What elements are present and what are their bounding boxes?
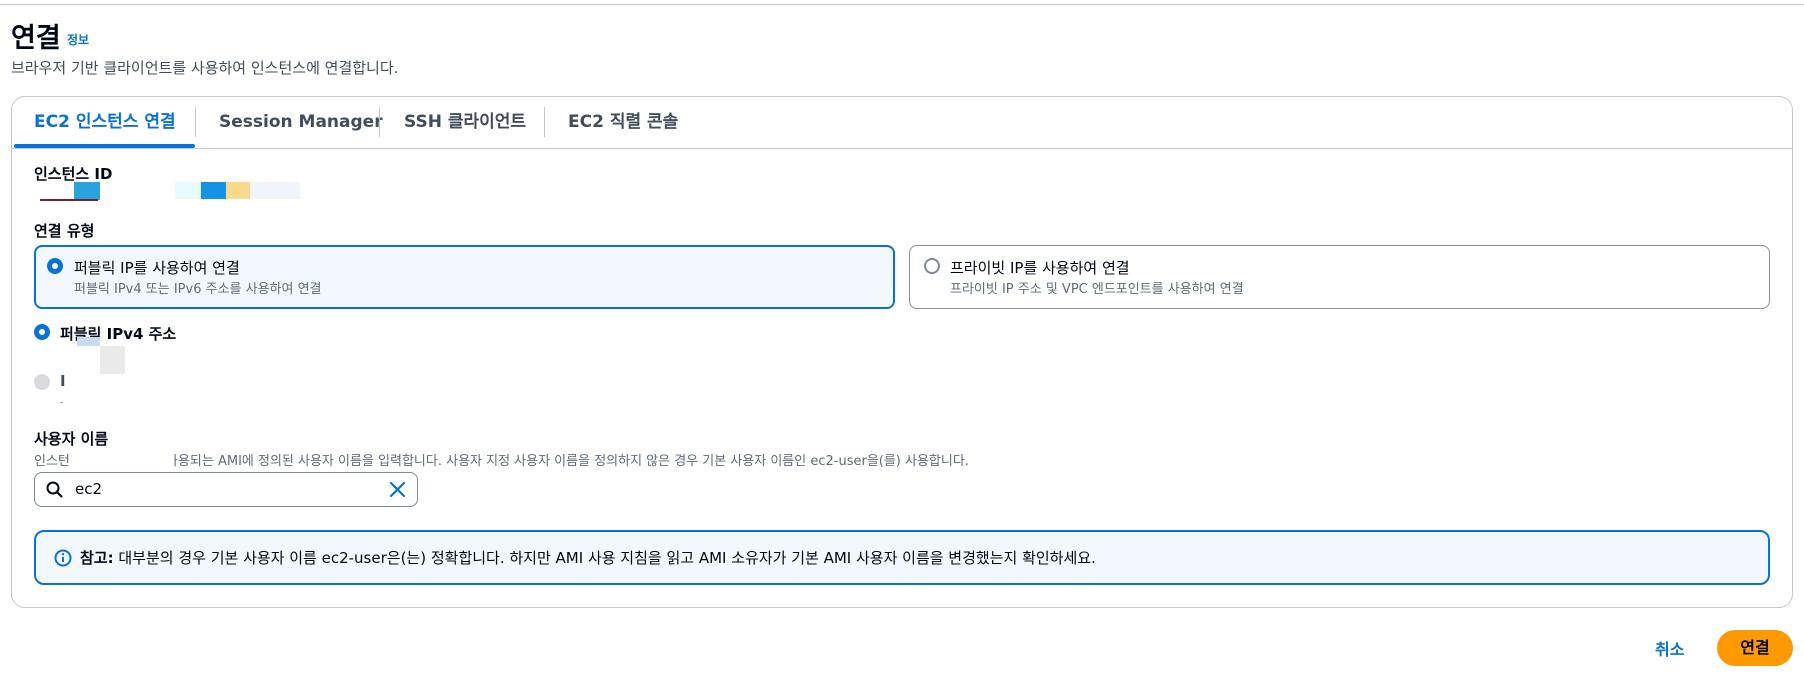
disabled-address-label: I — [60, 372, 66, 390]
connect-public-ip-tile[interactable]: 퍼블릭 IP를 사용하여 연결 퍼블릭 IPv4 또는 IPv6 주소를 사용하… — [34, 245, 895, 309]
page-title: 연결 — [11, 23, 61, 54]
cancel-button[interactable]: 취소 — [1655, 636, 1684, 660]
connect-private-ip-tile[interactable]: 프라이빗 IP를 사용하여 연결 프라이빗 IP 주소 및 VPC 엔드포인트를… — [909, 245, 1770, 309]
private-ip-tile-title: 프라이빗 IP를 사용하여 연결 — [950, 259, 1130, 277]
info-icon — [54, 549, 72, 571]
tab-divider — [544, 107, 545, 137]
radio-public-ip[interactable] — [47, 258, 63, 274]
radio-public-ipv4[interactable] — [34, 324, 50, 340]
tab-ec2-serial-console[interactable]: EC2 직렬 콘솔 — [568, 97, 678, 148]
tab-ssh-client[interactable]: SSH 클라이언트 — [404, 97, 526, 148]
info-link[interactable]: 정보 — [67, 31, 89, 48]
public-ip-tile-subtitle: 퍼블릭 IPv4 또는 IPv6 주소를 사용하여 연결 — [74, 282, 322, 297]
tab-divider — [195, 107, 196, 137]
username-input[interactable]: ec2- — [34, 472, 418, 507]
search-icon — [46, 481, 63, 502]
connection-type-label: 연결 유형 — [34, 222, 95, 240]
username-description: 인스턴스를 시작하는 데 사용되는 AMI에 정의된 사용자 이름을 입력합니다… — [34, 454, 969, 469]
page-description: 브라우저 기반 클라이언트를 사용하여 인스턴스에 연결합니다. — [11, 59, 399, 77]
private-ip-tile-subtitle: 프라이빗 IP 주소 및 VPC 엔드포인트를 사용하여 연결 — [950, 282, 1244, 297]
active-tab-indicator — [14, 144, 195, 148]
tab-bar: EC2 인스턴스 연결 Session Manager SSH 클라이언트 EC… — [12, 97, 1792, 149]
alert-body: 대부분의 경우 기본 사용자 이름 ec2-user은(는) 정확합니다. 하지… — [113, 549, 1096, 567]
disabled-address-value-redacted — [60, 402, 63, 403]
radio-address-disabled[interactable] — [34, 374, 50, 390]
info-alert: 참고: 대부분의 경우 기본 사용자 이름 ec2-user은(는) 정확합니다… — [34, 530, 1770, 585]
tab-session-manager[interactable]: Session Manager — [219, 97, 383, 148]
connect-button[interactable]: 연결 — [1717, 630, 1793, 666]
top-divider — [0, 4, 1804, 5]
clear-icon[interactable] — [389, 481, 406, 502]
public-ip-tile-title: 퍼블릭 IP를 사용하여 연결 — [74, 259, 240, 277]
radio-private-ip[interactable] — [924, 258, 940, 274]
alert-message: 참고: 대부분의 경우 기본 사용자 이름 ec2-user은(는) 정확합니다… — [80, 547, 1096, 568]
alert-title: 참고: — [80, 549, 114, 567]
instance-id-label: 인스턴스 ID — [34, 165, 113, 183]
username-input-redacted — [103, 474, 208, 505]
tab-ec2-instance-connect[interactable]: EC2 인스턴스 연결 — [34, 97, 176, 148]
tab-divider — [379, 107, 380, 137]
